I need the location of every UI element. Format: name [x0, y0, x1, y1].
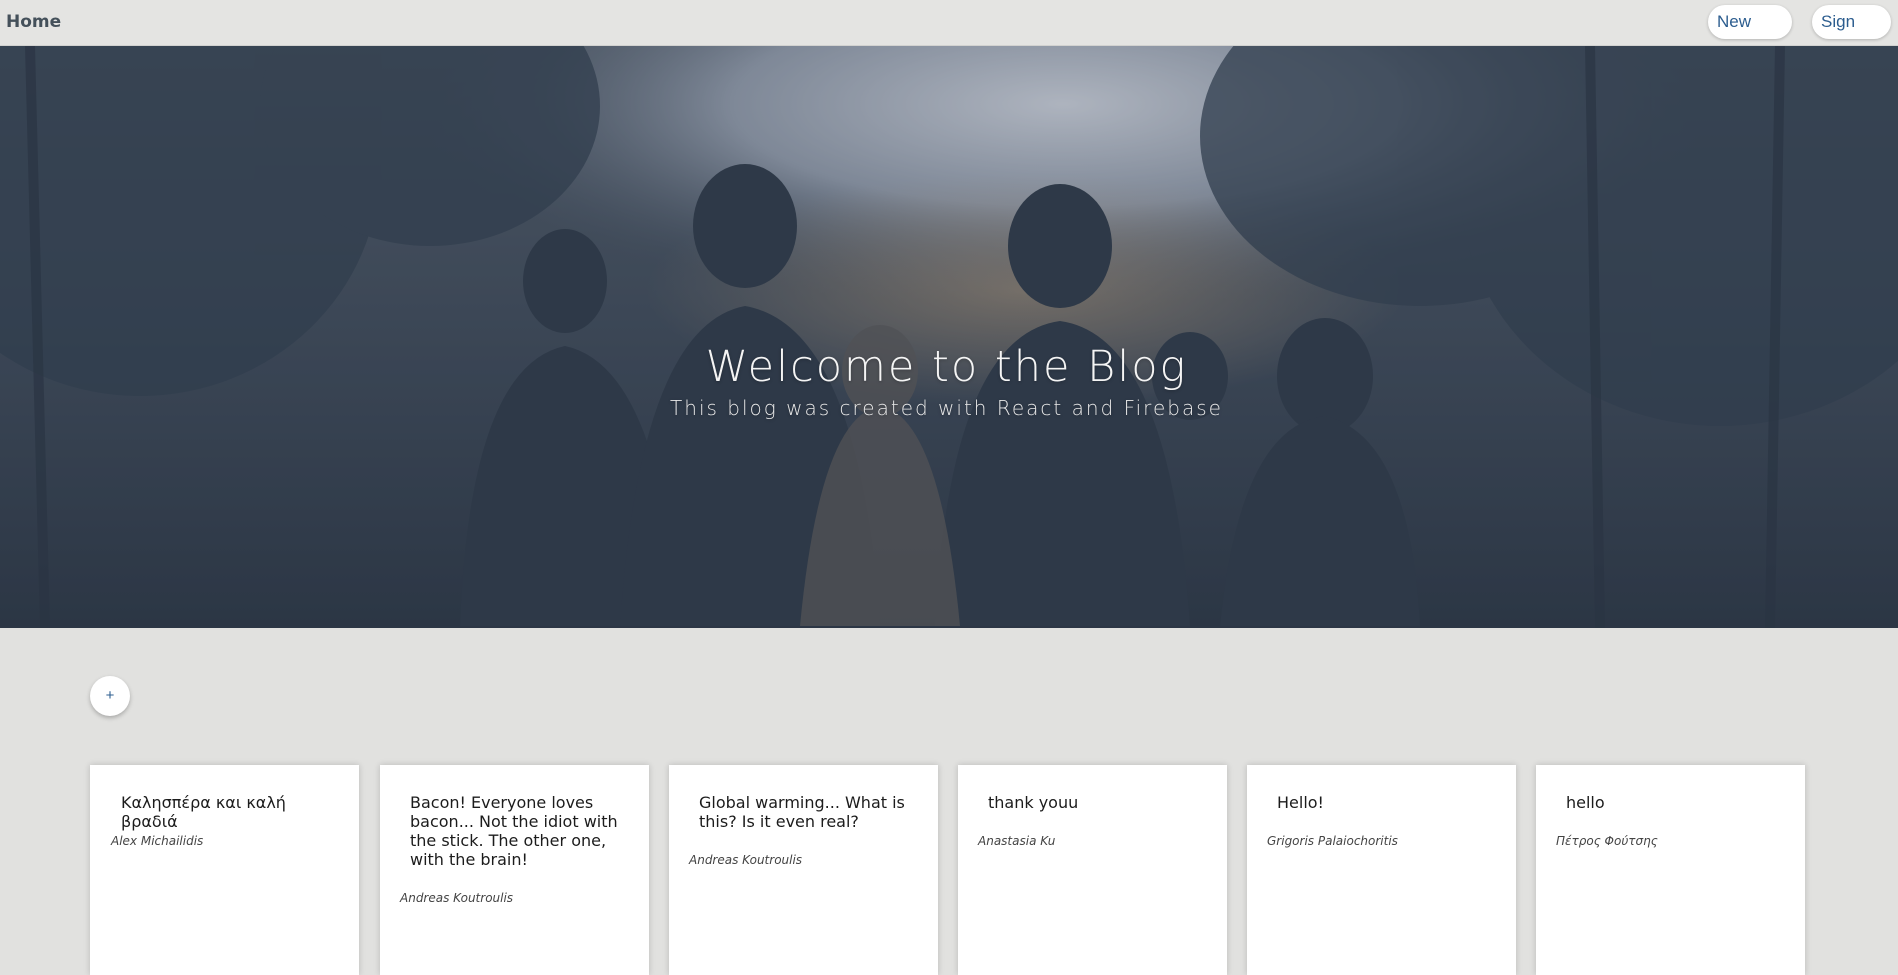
hero-title: Welcome to the Blog — [705, 342, 1188, 392]
post-card[interactable]: Καλησπέρα και καλή βραδιά Alex Michailid… — [90, 765, 359, 975]
post-card[interactable]: Bacon! Everyone loves bacon... Not the i… — [380, 765, 649, 975]
post-card[interactable]: Global warming... What is this? Is it ev… — [669, 765, 938, 975]
post-card[interactable]: thank youu Anastasia Ku — [958, 765, 1227, 975]
post-author: Πέτρος Φούτσης — [1556, 834, 1658, 848]
sign-out-button[interactable]: Sign Out — [1812, 5, 1891, 65]
post-title: Bacon! Everyone loves bacon... Not the i… — [410, 793, 618, 869]
post-title: Hello! — [1277, 793, 1324, 812]
post-author: Anastasia Ku — [978, 834, 1056, 848]
post-card[interactable]: Hello! Grigoris Palaiochoritis — [1247, 765, 1516, 975]
post-title: Global warming... What is this? Is it ev… — [699, 793, 905, 831]
new-post-button[interactable]: New Post — [1708, 5, 1792, 65]
post-author: Alex Michailidis — [111, 834, 204, 848]
hero-banner: Welcome to the Blog This blog was create… — [0, 46, 1898, 628]
add-post-button[interactable]: + — [90, 676, 130, 716]
post-title: thank youu — [988, 793, 1079, 812]
post-title: hello — [1566, 793, 1605, 812]
post-author: Andreas Koutroulis — [689, 853, 803, 867]
post-title: Καλησπέρα και καλή βραδιά — [121, 793, 286, 831]
navbar: Home New Post Sign Out — [0, 0, 1898, 65]
home-link[interactable]: Home — [6, 12, 61, 32]
hero-background-image — [0, 46, 1898, 628]
hero-subtitle: This blog was created with React and Fir… — [670, 396, 1223, 420]
post-card[interactable]: hello Πέτρος Φούτσης — [1536, 765, 1805, 975]
post-author: Grigoris Palaiochoritis — [1267, 834, 1398, 848]
post-author: Andreas Koutroulis — [400, 891, 514, 905]
